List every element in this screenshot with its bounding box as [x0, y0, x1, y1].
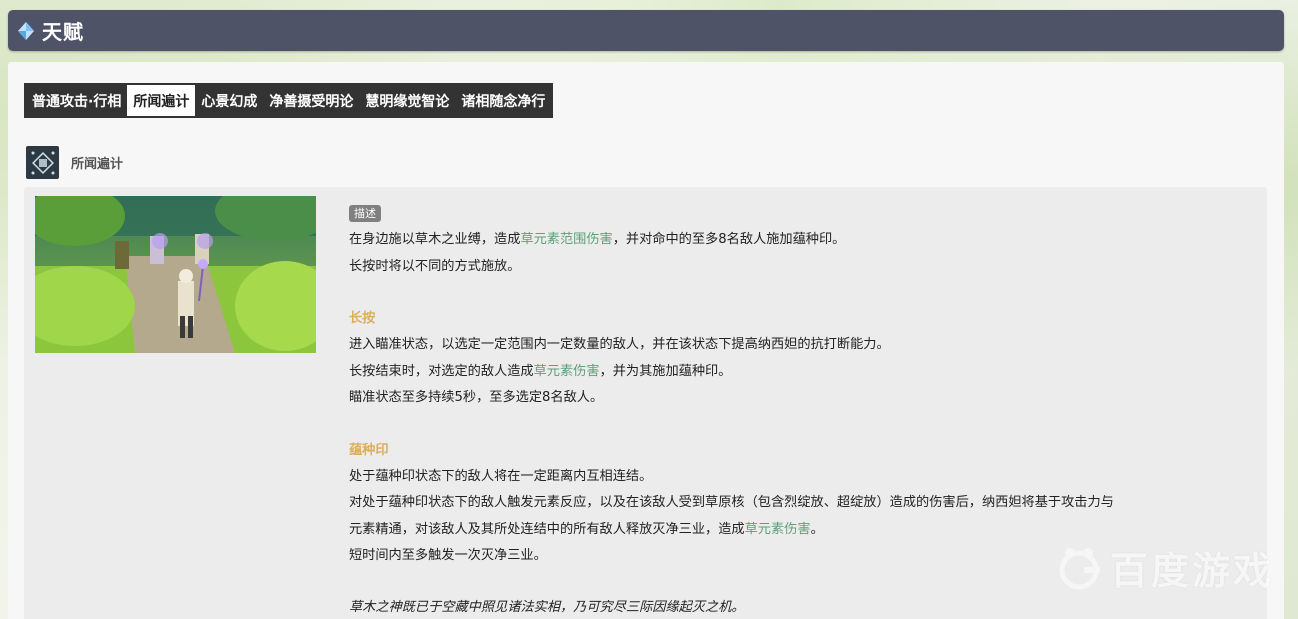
dendro-damage-highlight: 草元素伤害 [533, 363, 600, 379]
skill-preview-image [35, 196, 316, 353]
description-badge: 描述 [349, 204, 381, 222]
gem-icon [18, 21, 34, 40]
section-header: 天赋 [8, 10, 1284, 51]
desc-line: 处于蕴种印状态下的敌人将在一定距离内互相连结。 [349, 468, 653, 484]
skill-name: 所闻遍计 [71, 157, 124, 172]
talent-tabs: 普通攻击·行相 所闻遍计 心景幻成 净善摄受明论 慧明缘觉智论 诸相随念净行 [24, 83, 554, 118]
desc-line: 元素精通，对该敌人及其所处连结中的所有敌人释放灭净三业，造成草元素伤害。 [349, 521, 824, 537]
section-title: 天赋 [42, 20, 84, 44]
tab-normal-attack[interactable]: 普通攻击·行相 [26, 85, 127, 116]
desc-line: 在身边施以草木之业缚，造成草元素范围伤害，并对命中的至多8名敌人施加蕴种印。 [349, 232, 846, 248]
dendro-damage-highlight: 草元素伤害 [744, 521, 811, 537]
baidu-game-logo-icon [1059, 547, 1100, 589]
tab-passive-2[interactable]: 慧明缘觉智论 [359, 85, 455, 116]
watermark-text: 百度游戏 [1109, 549, 1274, 593]
tab-passive-1[interactable]: 净善摄受明论 [263, 85, 359, 116]
tab-passive-3[interactable]: 诸相随念净行 [455, 85, 551, 116]
tab-burst[interactable]: 心景幻成 [195, 85, 263, 116]
skill-icon [26, 146, 59, 179]
seed-heading: 蕴种印 [349, 442, 389, 458]
desc-line: 对处于蕴种印状态下的敌人触发元素反应，以及在该敌人受到草原核（包含烈绽放、超绽放… [349, 495, 1114, 511]
desc-line: 进入瞄准状态，以选定一定范围内一定数量的敌人，并在该状态下提高纳西妲的抗打断能力… [349, 337, 890, 353]
tab-skill[interactable]: 所闻遍计 [127, 85, 196, 116]
talent-panel: 普通攻击·行相 所闻遍计 心景幻成 净善摄受明论 慧明缘觉智论 诸相随念净行 所… [8, 62, 1284, 619]
flavor-quote: 草木之神既已于空藏中照见诸法实相，乃可究尽三际因缘起灭之机。 [349, 600, 745, 616]
desc-line: 瞄准状态至多持续5秒，至多选定8名敌人。 [349, 390, 604, 406]
desc-line: 长按结束时，对选定的敌人造成草元素伤害，并为其施加蕴种印。 [349, 363, 732, 379]
skill-header: 所闻遍计 [26, 146, 123, 179]
hold-heading: 长按 [349, 311, 376, 327]
desc-line: 长按时将以不同的方式施放。 [349, 258, 521, 274]
watermark: 百度游戏 [1056, 540, 1274, 595]
dendro-aoe-damage-highlight: 草元素范围伤害 [520, 232, 613, 248]
